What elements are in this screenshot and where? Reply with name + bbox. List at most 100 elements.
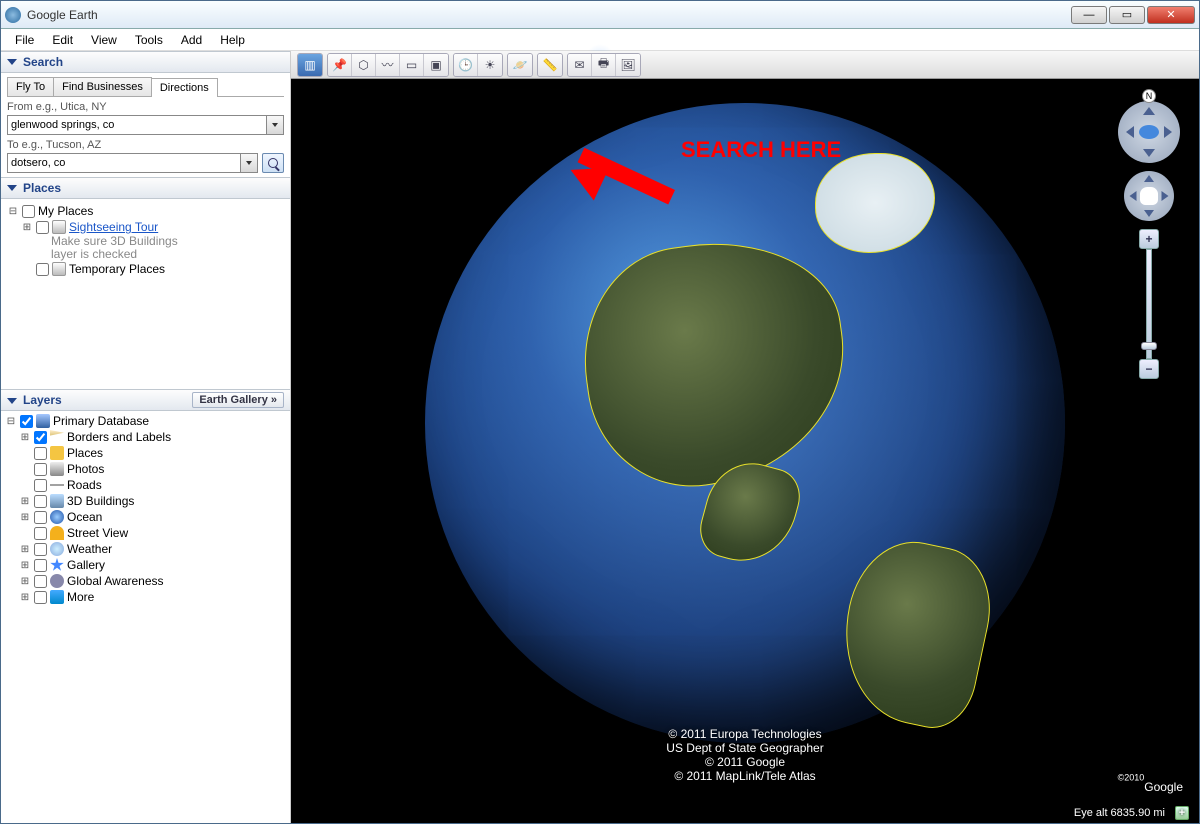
record-tour-button[interactable]: ▣ — [424, 54, 448, 76]
ruler-button[interactable]: 📏 — [538, 54, 562, 76]
layer-checkbox[interactable] — [34, 527, 47, 540]
layer-checkbox[interactable] — [34, 543, 47, 556]
pan-up-icon[interactable] — [1144, 175, 1154, 182]
temporary-places-item[interactable]: ⊞ Temporary Places — [7, 261, 284, 277]
menu-add[interactable]: Add — [173, 31, 210, 49]
layer-item[interactable]: ⊞Global Awareness — [5, 573, 286, 589]
layer-item[interactable]: ⊞Gallery — [5, 557, 286, 573]
north-indicator[interactable]: N — [1142, 89, 1156, 103]
zoom-slider-thumb[interactable] — [1141, 342, 1157, 350]
layers-root[interactable]: ⊟ Primary Database — [5, 413, 286, 429]
hand-icon — [1140, 187, 1158, 205]
sightseeing-link[interactable]: Sightseeing Tour — [69, 220, 158, 234]
expand-toggle[interactable]: ⊟ — [7, 206, 19, 217]
layer-item[interactable]: ⊞3D Buildings — [5, 493, 286, 509]
search-button[interactable] — [262, 153, 284, 173]
minimize-button[interactable]: — — [1071, 6, 1107, 24]
layers-panel-header[interactable]: Layers Earth Gallery » — [1, 389, 290, 411]
polygon-button[interactable]: ⬡ — [352, 54, 376, 76]
earth-globe[interactable] — [425, 103, 1065, 743]
menu-edit[interactable]: Edit — [44, 31, 81, 49]
sidebar-toggle-button[interactable]: ▥ — [298, 54, 322, 76]
sun-button[interactable]: ☀ — [478, 54, 502, 76]
places-root[interactable]: ⊟ My Places — [7, 203, 284, 219]
sightseeing-checkbox[interactable] — [36, 221, 49, 234]
titlebar[interactable]: Google Earth — ▭ ✕ — [1, 1, 1199, 29]
path-button[interactable]: 〰 — [376, 54, 400, 76]
layer-checkbox[interactable] — [34, 463, 47, 476]
close-button[interactable]: ✕ — [1147, 6, 1195, 24]
pan-right-icon[interactable] — [1162, 191, 1169, 201]
layer-checkbox[interactable] — [34, 479, 47, 492]
save-image-button[interactable]: 🖼 — [616, 54, 640, 76]
expand-toggle[interactable]: ⊞ — [21, 222, 33, 233]
menu-help[interactable]: Help — [212, 31, 253, 49]
clock-button[interactable]: 🕒 — [454, 54, 478, 76]
layer-checkbox[interactable] — [34, 559, 47, 572]
layer-checkbox[interactable] — [34, 575, 47, 588]
menu-view[interactable]: View — [83, 31, 125, 49]
from-input[interactable] — [7, 115, 266, 135]
look-right-icon[interactable] — [1164, 126, 1172, 138]
layer-checkbox[interactable] — [34, 431, 47, 444]
layer-checkbox[interactable] — [34, 447, 47, 460]
tab-find-businesses[interactable]: Find Businesses — [53, 77, 152, 96]
zoom-out-button[interactable]: − — [1139, 359, 1159, 379]
to-input[interactable] — [7, 153, 240, 173]
status-expand-button[interactable]: + — [1175, 806, 1189, 820]
temp-places-checkbox[interactable] — [36, 263, 49, 276]
expand-toggle[interactable]: ⊞ — [19, 496, 31, 507]
expand-toggle[interactable]: ⊞ — [19, 432, 31, 443]
my-places-checkbox[interactable] — [22, 205, 35, 218]
print-button[interactable]: 🖶 — [592, 54, 616, 76]
from-dropdown-button[interactable] — [266, 115, 284, 135]
pan-control[interactable] — [1124, 171, 1174, 221]
layer-item[interactable]: ⊞Street View — [5, 525, 286, 541]
menu-file[interactable]: File — [7, 31, 42, 49]
map-viewport[interactable]: ▥ 📌 ⬡ 〰 ▭ ▣ 🕒 ☀ 🪐 📏 ✉ 🖶 🖼 — [291, 51, 1199, 823]
look-down-icon[interactable] — [1143, 149, 1155, 157]
expand-toggle[interactable]: ⊟ — [5, 416, 17, 427]
layer-item[interactable]: ⊞Places — [5, 445, 286, 461]
tab-fly-to[interactable]: Fly To — [7, 77, 54, 96]
database-icon — [36, 414, 50, 428]
chevron-down-icon — [272, 123, 278, 127]
placemark-button[interactable]: 📌 — [328, 54, 352, 76]
maximize-button[interactable]: ▭ — [1109, 6, 1145, 24]
pan-down-icon[interactable] — [1144, 210, 1154, 217]
sightseeing-item[interactable]: ⊞ Sightseeing Tour — [7, 219, 284, 235]
to-dropdown-button[interactable] — [240, 153, 258, 173]
layer-item[interactable]: ⊞Roads — [5, 477, 286, 493]
bldg-icon — [50, 494, 64, 508]
layer-item[interactable]: ⊞Photos — [5, 461, 286, 477]
layer-item[interactable]: ⊞Borders and Labels — [5, 429, 286, 445]
tab-directions[interactable]: Directions — [151, 78, 218, 97]
places-panel-header[interactable]: Places — [1, 177, 290, 199]
pan-left-icon[interactable] — [1130, 191, 1137, 201]
search-panel-header[interactable]: Search — [1, 51, 290, 73]
layer-checkbox[interactable] — [34, 511, 47, 524]
menu-tools[interactable]: Tools — [127, 31, 171, 49]
planet-button[interactable]: 🪐 — [508, 54, 532, 76]
primary-db-checkbox[interactable] — [20, 415, 33, 428]
layer-item[interactable]: ⊞Ocean — [5, 509, 286, 525]
look-left-icon[interactable] — [1126, 126, 1134, 138]
layer-checkbox[interactable] — [34, 591, 47, 604]
layer-checkbox[interactable] — [34, 495, 47, 508]
expand-toggle[interactable]: ⊞ — [19, 576, 31, 587]
expand-toggle[interactable]: ⊞ — [19, 560, 31, 571]
image-overlay-button[interactable]: ▭ — [400, 54, 424, 76]
look-compass[interactable]: N — [1118, 101, 1180, 163]
layer-item[interactable]: ⊞ Weather — [5, 541, 286, 557]
expand-toggle[interactable]: ⊞ — [19, 544, 31, 555]
earth-gallery-button[interactable]: Earth Gallery » — [192, 392, 284, 408]
zoom-in-button[interactable]: + — [1139, 229, 1159, 249]
layer-label: Weather — [67, 542, 112, 556]
zoom-slider-track[interactable] — [1146, 249, 1152, 359]
expand-toggle[interactable]: ⊞ — [19, 512, 31, 523]
expand-toggle[interactable]: ⊞ — [19, 592, 31, 603]
email-button[interactable]: ✉ — [568, 54, 592, 76]
look-up-icon[interactable] — [1143, 107, 1155, 115]
collapse-icon — [7, 185, 17, 191]
layer-item[interactable]: ⊞More — [5, 589, 286, 605]
